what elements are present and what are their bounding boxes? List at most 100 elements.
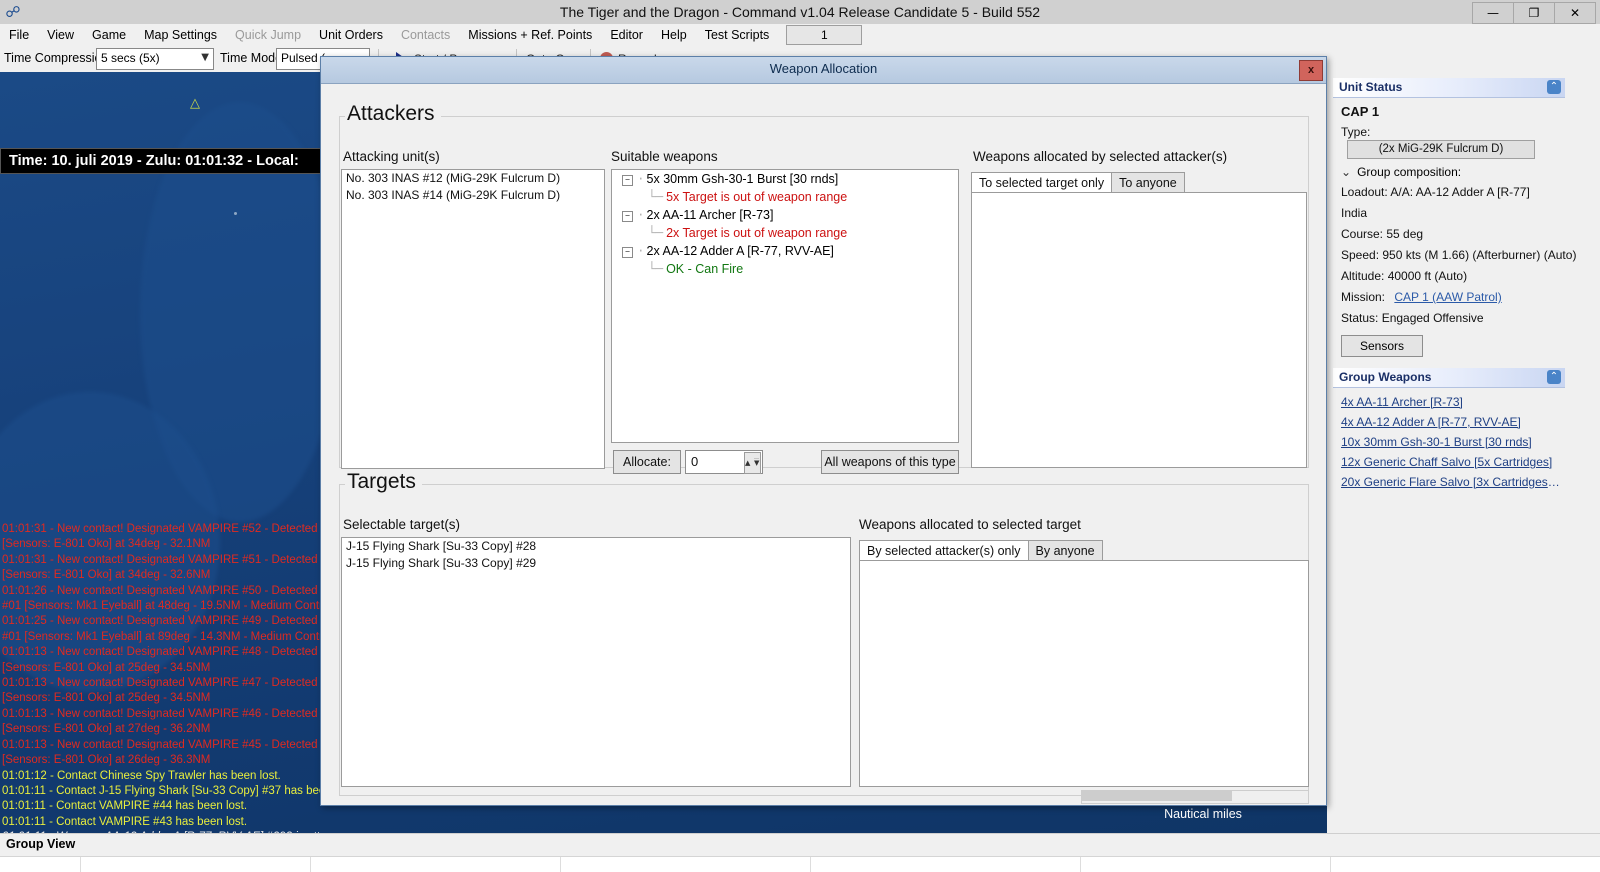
expand-icon[interactable]: −	[622, 211, 633, 222]
log-message: [Sensors: E-801 Oko] at 26deg - 36.3NM	[0, 753, 327, 768]
time-mode-value: Pulsed (	[281, 51, 325, 65]
allocated-by-attackers-label: Weapons allocated by selected attacker(s…	[973, 149, 1227, 164]
dialog-title: Weapon Allocation	[321, 61, 1326, 76]
tab-to-anyone[interactable]: To anyone	[1111, 172, 1185, 194]
all-weapons-of-type-button[interactable]: All weapons of this type	[821, 450, 959, 474]
unit-status-header[interactable]: Unit Status ⌃	[1333, 78, 1565, 98]
log-message: 01:01:13 - New contact! Designated VAMPI…	[0, 645, 327, 660]
mission-link[interactable]: CAP 1 (AAW Patrol)	[1394, 290, 1501, 304]
group-weapon-link[interactable]: 4x AA-12 Adder A [R-77, RVV-AE]	[1333, 412, 1563, 432]
menu-item-editor[interactable]: Editor	[601, 24, 652, 46]
unit-type-label: Type:	[1341, 125, 1370, 139]
map-unit-marker[interactable]: △	[190, 96, 200, 111]
map-scale: Nautical miles	[1103, 804, 1303, 821]
log-message: 01:01:26 - New contact! Designated VAMPI…	[0, 584, 327, 599]
log-message: 01:01:11 - Contact J-15 Flying Shark [Su…	[0, 784, 327, 799]
log-message: [Sensors: E-801 Oko] at 25deg - 34.5NM	[0, 661, 327, 676]
menu-item-map-settings[interactable]: Map Settings	[135, 24, 226, 46]
group-weapon-link[interactable]: 20x Generic Flare Salvo [3x Cartridges, …	[1333, 472, 1563, 492]
menu-item-help[interactable]: Help	[652, 24, 696, 46]
chevron-down-icon: ▼	[201, 52, 209, 63]
group-weapon-link[interactable]: 10x 30mm Gsh-30-1 Burst [30 rnds]	[1333, 432, 1563, 452]
tree-node-label: 5x 30mm Gsh-30-1 Burst [30 rnds]	[647, 172, 839, 186]
scrollbar-thumb[interactable]	[1082, 791, 1232, 801]
collapse-icon[interactable]: ⌃	[1547, 370, 1561, 384]
tree-node[interactable]: −·2x AA-11 Archer [R-73]	[612, 206, 958, 224]
menu-item-quick-jump: Quick Jump	[226, 24, 310, 46]
message-log[interactable]: 01:01:31 - New contact! Designated VAMPI…	[0, 522, 327, 833]
suitable-weapons-label: Suitable weapons	[611, 149, 718, 164]
stepper-up-icon[interactable]: ▲	[745, 459, 750, 467]
suitable-weapons-tree[interactable]: −·5x 30mm Gsh-30-1 Burst [30 rnds] └─5x …	[611, 169, 959, 443]
selectable-targets-label: Selectable target(s)	[343, 517, 460, 532]
allocated-to-target-label: Weapons allocated to selected target	[859, 517, 1081, 532]
unit-course: Course: 55 deg	[1333, 224, 1561, 245]
menu-item-file[interactable]: File	[0, 24, 38, 46]
menu-counter: 1	[786, 25, 862, 45]
tree-child: └─OK - Can Fire	[612, 260, 958, 278]
list-item[interactable]: J-15 Flying Shark [Su-33 Copy] #28	[342, 538, 850, 555]
unit-country: India	[1333, 203, 1561, 224]
unit-name: CAP 1	[1333, 98, 1561, 122]
stepper-down-icon[interactable]: ▼	[754, 458, 759, 467]
time-compression-select[interactable]: 5 secs (5x) ▼	[96, 48, 214, 70]
tree-child-label: OK - Can Fire	[666, 262, 743, 276]
list-item[interactable]: No. 303 INAS #12 (MiG-29K Fulcrum D)	[342, 170, 604, 187]
dialog-close-button[interactable]: x	[1299, 60, 1323, 81]
targets-group-label: Targets	[345, 470, 422, 494]
attacking-units-list[interactable]: No. 303 INAS #12 (MiG-29K Fulcrum D) No.…	[341, 169, 605, 469]
allocated-to-target-list[interactable]	[859, 560, 1309, 787]
tab-by-anyone[interactable]: By anyone	[1028, 540, 1103, 562]
unit-type-value: (2x MiG-29K Fulcrum D)	[1347, 140, 1535, 159]
tree-child-label: 5x Target is out of weapon range	[666, 190, 847, 204]
tab-to-selected-target-only[interactable]: To selected target only	[971, 172, 1112, 194]
dialog-titlebar[interactable]: Weapon Allocation x	[321, 57, 1326, 84]
minimize-button[interactable]: —	[1472, 2, 1514, 24]
log-message: #01 [Sensors: Mk1 Eyeball] at 48deg - 19…	[0, 599, 327, 614]
menu-item-missions-ref-points[interactable]: Missions + Ref. Points	[459, 24, 601, 46]
tab-by-selected-attackers-only[interactable]: By selected attacker(s) only	[859, 540, 1029, 562]
expand-icon[interactable]: −	[622, 247, 633, 258]
maximize-button[interactable]: ❐	[1513, 2, 1555, 24]
log-message: [Sensors: E-801 Oko] at 34deg - 32.6NM	[0, 568, 327, 583]
quantity-stepper[interactable]: ▲ ▼	[744, 452, 761, 474]
group-weapon-link[interactable]: 12x Generic Chaff Salvo [5x Cartridges]	[1333, 452, 1563, 472]
group-weapons-title: Group Weapons	[1339, 370, 1431, 384]
window-controls: — ❐ ✕	[1473, 2, 1596, 24]
chevron-down-icon: ⌄	[1341, 165, 1351, 179]
collapse-icon[interactable]: ⌃	[1547, 80, 1561, 94]
selectable-targets-list[interactable]: J-15 Flying Shark [Su-33 Copy] #28 J-15 …	[341, 537, 851, 787]
log-message: 01:01:11 - Weapon: AA-12 Adder A [R-77, …	[0, 830, 327, 833]
group-weapon-link[interactable]: 4x AA-11 Archer [R-73]	[1333, 392, 1563, 412]
close-button[interactable]: ✕	[1554, 2, 1596, 24]
allocated-by-attackers-list[interactable]	[971, 192, 1307, 468]
expand-icon[interactable]: −	[622, 175, 633, 186]
horizontal-scrollbar[interactable]	[1081, 790, 1309, 804]
unit-type-row: Type: (2x MiG-29K Fulcrum D)	[1333, 122, 1561, 162]
menu-item-game[interactable]: Game	[83, 24, 135, 46]
group-composition-toggle[interactable]: ⌄ Group composition:	[1333, 162, 1561, 182]
tree-node[interactable]: −·5x 30mm Gsh-30-1 Burst [30 rnds]	[612, 170, 958, 188]
group-weapons-header[interactable]: Group Weapons ⌃	[1333, 368, 1565, 388]
group-composition-label: Group composition:	[1357, 165, 1461, 179]
menu-item-unit-orders[interactable]: Unit Orders	[310, 24, 392, 46]
log-message: [Sensors: E-801 Oko] at 25deg - 34.5NM	[0, 691, 327, 706]
menu-item-view[interactable]: View	[38, 24, 83, 46]
window-titlebar: ☍ The Tiger and the Dragon - Command v1.…	[0, 0, 1600, 25]
tree-node-label: 2x AA-12 Adder A [R-77, RVV-AE]	[647, 244, 834, 258]
log-message: 01:01:13 - New contact! Designated VAMPI…	[0, 707, 327, 722]
list-item[interactable]: J-15 Flying Shark [Su-33 Copy] #29	[342, 555, 850, 572]
tree-node[interactable]: −·2x AA-12 Adder A [R-77, RVV-AE]	[612, 242, 958, 260]
allocate-button[interactable]: Allocate:	[613, 450, 681, 474]
unit-loadout: Loadout: A/A: AA-12 Adder A [R-77]	[1333, 182, 1561, 203]
log-message: 01:01:25 - New contact! Designated VAMPI…	[0, 614, 327, 629]
unit-status-text: Status: Engaged Offensive	[1333, 308, 1561, 329]
window-title: The Tiger and the Dragon - Command v1.04…	[0, 0, 1600, 24]
menu-item-test-scripts[interactable]: Test Scripts	[696, 24, 779, 46]
sensors-button[interactable]: Sensors	[1341, 335, 1423, 357]
allocated-to-target-tabs: By selected attacker(s) only By anyone	[859, 540, 1102, 561]
status-bar-label: Group View	[6, 837, 75, 851]
allocate-quantity-input[interactable]: 0 ▲ ▼	[685, 450, 763, 474]
list-item[interactable]: No. 303 INAS #14 (MiG-29K Fulcrum D)	[342, 187, 604, 204]
unit-status-panel: Unit Status ⌃ CAP 1 Type: (2x MiG-29K Fu…	[1333, 78, 1561, 361]
